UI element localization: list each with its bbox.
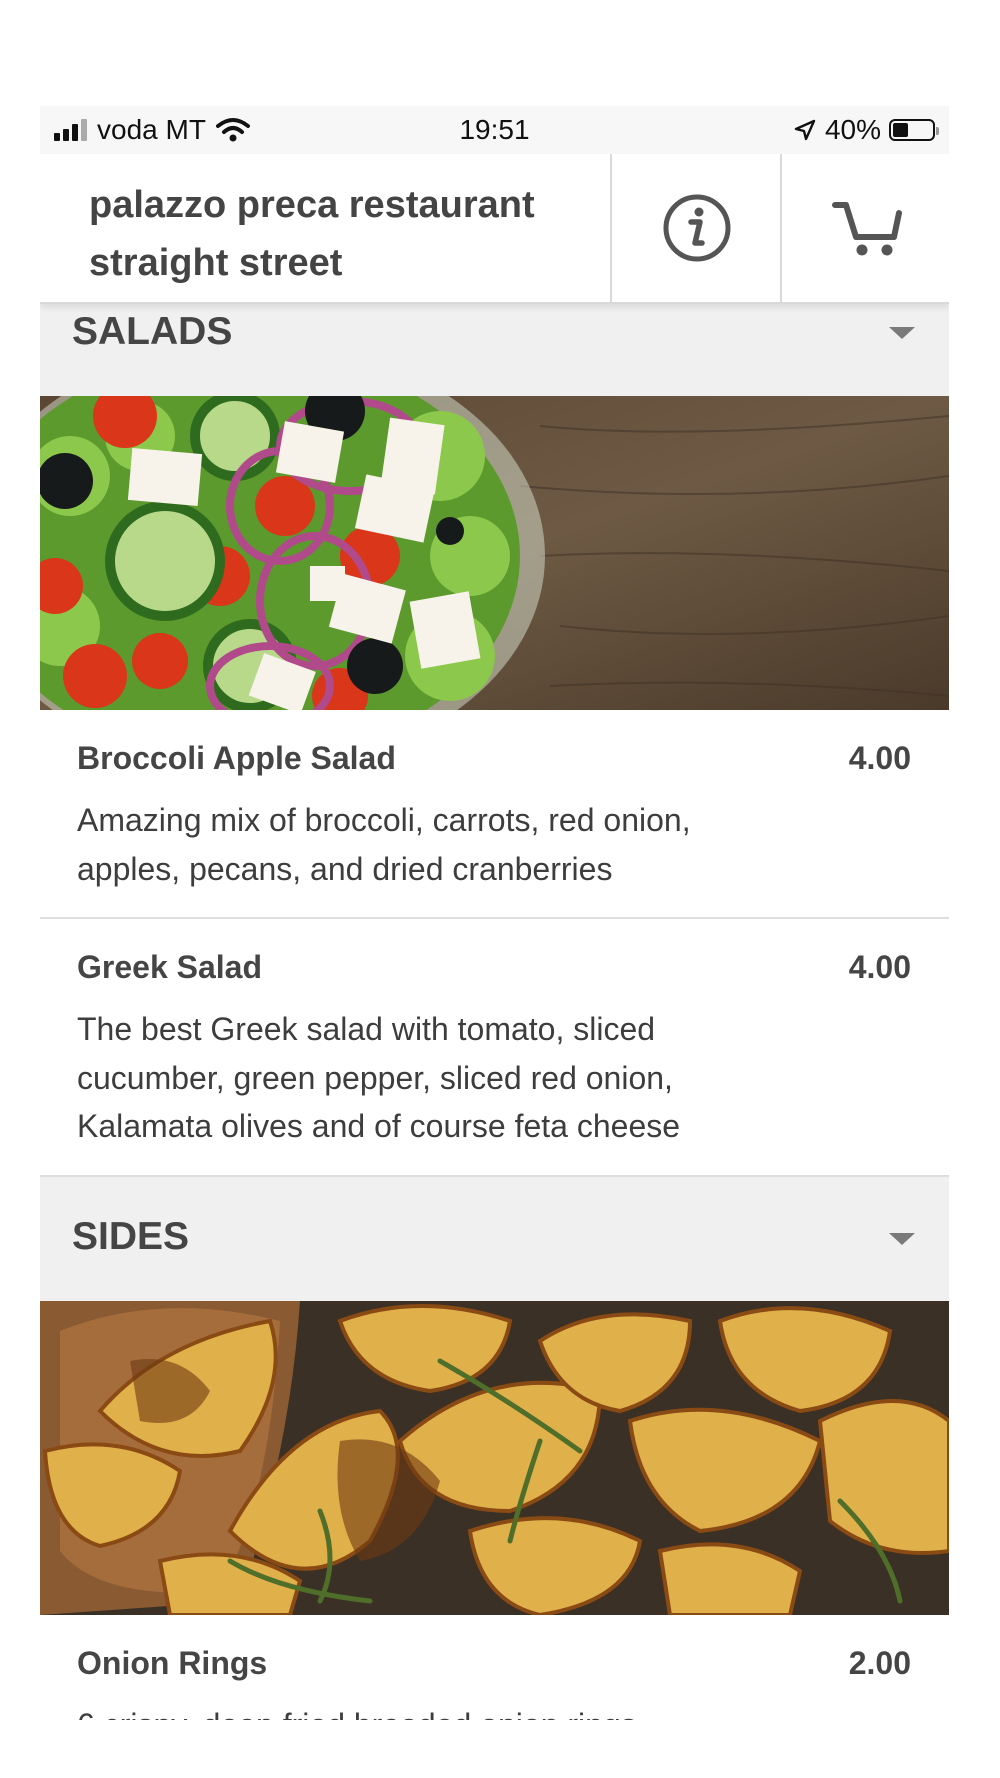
info-button[interactable]	[610, 154, 782, 302]
section-title: SALADS	[72, 310, 233, 353]
item-name: Greek Salad	[77, 949, 262, 985]
item-price: 2.00	[848, 1645, 911, 1681]
phone-screen: voda MT 19:51 40% palazzo preca restaura…	[40, 106, 949, 1720]
cart-icon	[831, 202, 902, 256]
restaurant-title: palazzo preca restaurant straight street	[89, 176, 609, 292]
item-description-line: cucumber, green pepper, sliced red onion…	[77, 1059, 673, 1096]
menu-item-broccoli-apple-salad[interactable]: Broccoli Apple Salad 4.00 Amazing mix of…	[40, 710, 949, 919]
status-bar: voda MT 19:51 40%	[40, 106, 949, 154]
item-description-line: 6 crispy, deep fried breaded onion rings	[77, 1701, 829, 1720]
item-description: The best Greek salad with tomato, sliced…	[77, 1005, 829, 1151]
location-arrow-icon	[794, 119, 816, 141]
info-icon	[663, 194, 731, 262]
restaurant-name: palazzo preca restaurant	[89, 184, 535, 226]
item-price: 4.00	[848, 949, 911, 985]
chevron-down-icon[interactable]	[889, 1233, 915, 1245]
salad-banner-image	[40, 396, 949, 710]
section-header-sides[interactable]: SIDES	[40, 1177, 949, 1301]
item-description: Amazing mix of broccoli, carrots, red on…	[77, 796, 829, 893]
item-description: 6 crispy, deep fried breaded onion rings	[77, 1701, 829, 1720]
item-description-line: Amazing mix of broccoli, carrots, red on…	[77, 802, 691, 838]
chevron-down-icon[interactable]	[889, 327, 915, 339]
restaurant-street: straight street	[89, 242, 343, 284]
restaurant-header: palazzo preca restaurant straight street	[40, 154, 949, 304]
item-description-line: The best Greek salad with tomato, sliced	[77, 1011, 656, 1047]
item-name: Broccoli Apple Salad	[77, 740, 396, 776]
status-right: 40%	[793, 114, 939, 146]
battery-icon	[889, 119, 939, 141]
battery-percent: 40%	[824, 114, 881, 145]
item-description-line: apples, pecans, and dried cranberries	[77, 850, 613, 887]
section-title: SIDES	[72, 1215, 190, 1258]
cart-button[interactable]	[780, 154, 949, 302]
section-header-salads[interactable]: SALADS	[40, 304, 949, 396]
menu-item-greek-salad[interactable]: Greek Salad 4.00 The best Greek salad wi…	[40, 919, 949, 1177]
item-description-line: Kalamata olives and of course feta chees…	[77, 1108, 681, 1144]
menu-item-onion-rings[interactable]: Onion Rings 2.00 6 crispy, deep fried br…	[40, 1615, 949, 1720]
item-price: 4.00	[848, 740, 911, 776]
sides-banner-image	[40, 1301, 949, 1615]
item-name: Onion Rings	[77, 1645, 268, 1681]
